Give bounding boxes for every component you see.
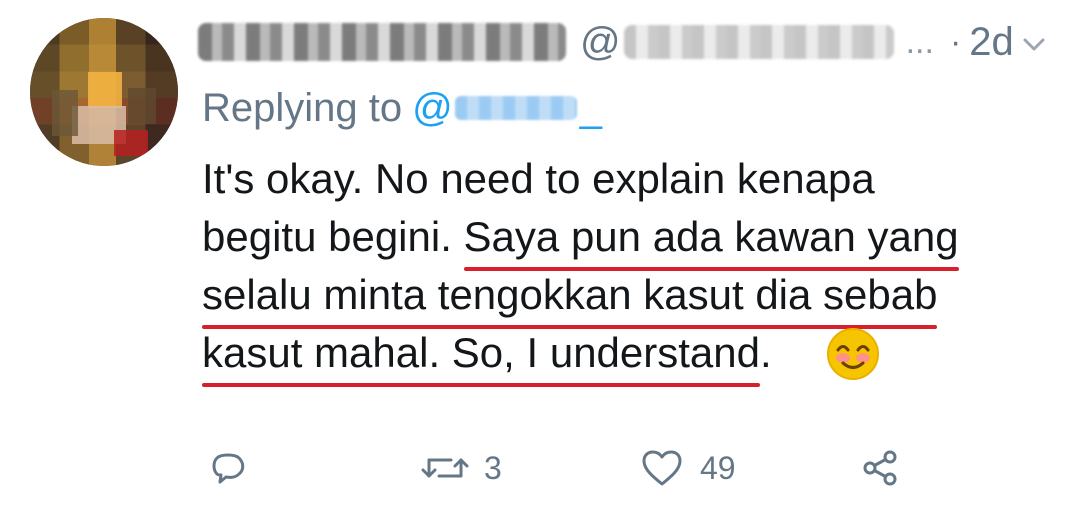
tweet-header: @ ... · 2d	[198, 18, 1048, 66]
retweet-icon	[421, 458, 469, 478]
tweet-line: kasut mahal. So, I understand.	[202, 324, 1022, 387]
tweet-line: begitu begini. Saya pun ada kawan yang	[202, 208, 1022, 271]
replying-to-handle-blurred[interactable]	[454, 96, 577, 120]
like-button[interactable]: 49	[638, 438, 736, 498]
avatar[interactable]	[30, 18, 178, 166]
replying-to-handle-tail[interactable]: _	[580, 84, 602, 132]
share-button[interactable]	[858, 438, 916, 498]
author-handle-prefix[interactable]: @	[580, 18, 621, 66]
author-handle-ellipsis: ...	[905, 23, 934, 61]
share-icon	[863, 450, 897, 486]
tweet-line: It's okay. No need to explain kenapa	[202, 150, 1022, 208]
tweet-line-1: It's okay. No need to explain kenapa	[202, 155, 875, 202]
replying-to-label: Replying to	[202, 86, 403, 130]
tweet-underlined-text: kasut mahal. So, I understand	[202, 324, 760, 387]
tweet-line-2-plain: begitu begini.	[202, 213, 464, 260]
tweet-line: selalu minta tengokkan kasut dia sebab	[202, 266, 1022, 329]
tweet-underlined-text: selalu minta tengokkan kasut dia sebab	[202, 266, 938, 329]
tweet-actions: 3 49	[0, 438, 1080, 498]
avatar-pixel-block	[88, 72, 122, 108]
smiling-face-icon	[827, 328, 879, 380]
replying-to: Replying to @ _	[202, 84, 602, 132]
retweet-count: 3	[484, 450, 502, 486]
reply-button[interactable]	[206, 438, 264, 498]
like-count: 49	[700, 450, 736, 486]
tweet-underlined-text: Saya pun ada kawan yang	[463, 208, 959, 271]
avatar-pixel-block	[52, 90, 78, 136]
timestamp[interactable]: 2d	[969, 18, 1014, 66]
retweet-button[interactable]: 3	[420, 438, 502, 498]
tweet-card[interactable]: @ ... · 2d Replying to @ _ It's okay. No…	[0, 0, 1080, 506]
chevron-down-icon[interactable]	[1020, 31, 1048, 59]
heart-icon	[642, 450, 682, 486]
avatar-pixel-block	[114, 130, 148, 156]
author-name-blurred[interactable]	[198, 23, 566, 61]
tweet-text: It's okay. No need to explain kenapa beg…	[202, 150, 1022, 387]
avatar-pixel-block	[128, 88, 156, 124]
tweet-line-4-tail: .	[760, 329, 772, 376]
reply-icon	[212, 453, 245, 484]
timestamp-separator: ·	[949, 23, 962, 61]
replying-to-at[interactable]: @	[412, 84, 453, 132]
author-handle-blurred[interactable]	[623, 25, 894, 59]
